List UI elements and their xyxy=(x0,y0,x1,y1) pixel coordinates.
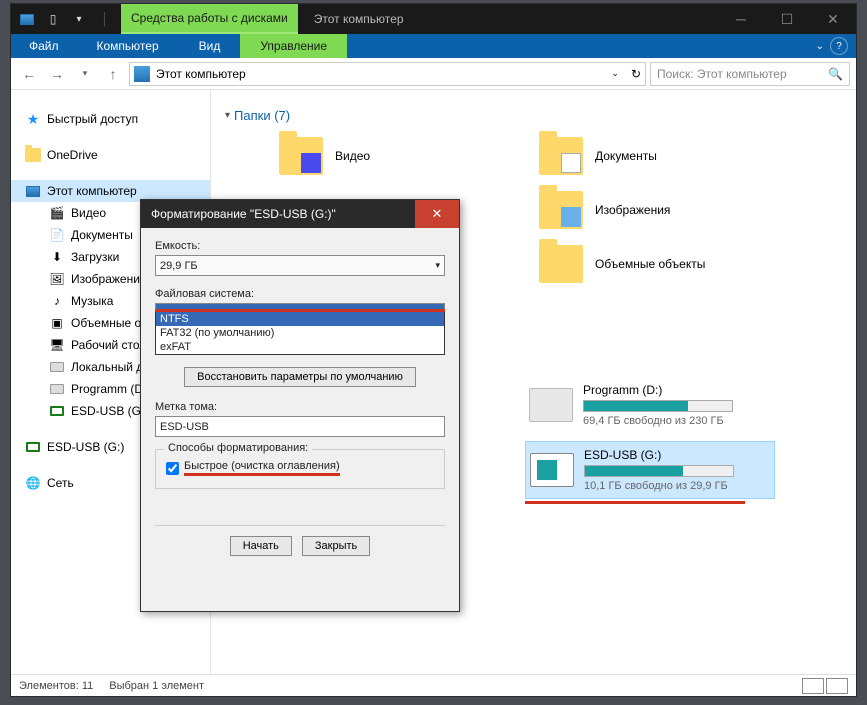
start-button[interactable]: Начать xyxy=(230,536,292,556)
drive-name: ESD-USB (G:) xyxy=(584,448,770,462)
address-dropdown-icon[interactable]: ⌄ xyxy=(611,68,619,79)
sidebar-quick-access[interactable]: ★Быстрый доступ xyxy=(11,108,210,130)
maximize-button[interactable]: ☐ xyxy=(764,4,810,34)
search-input[interactable]: Поиск: Этот компьютер 🔍 xyxy=(650,62,850,86)
quick-format-check-input[interactable] xyxy=(166,462,179,475)
drive-programm-d[interactable]: Programm (D:) 69,4 ГБ свободно из 230 ГБ xyxy=(525,377,775,433)
folders-header[interactable]: ▾Папки (7) xyxy=(225,108,842,123)
view-large-button[interactable] xyxy=(826,678,848,694)
volume-label-label: Метка тома: xyxy=(155,401,445,413)
capacity-label: Емкость: xyxy=(155,240,445,252)
network-icon: 🌐 xyxy=(25,475,41,491)
desktop-icon: 🖥 xyxy=(49,337,65,353)
navbar: ← → ▾ ↑ Этот компьютер ⌄ ↻ Поиск: Этот к… xyxy=(11,58,856,90)
drive-usage-bar xyxy=(584,465,734,477)
filesystem-dropdown-list: NTFS FAT32 (по умолчанию) exFAT xyxy=(155,311,445,355)
dropdown-icon[interactable]: ▾ xyxy=(67,7,91,31)
window-controls: ─ ☐ ✕ xyxy=(718,4,856,34)
video-icon: 🎬 xyxy=(49,205,65,221)
fs-option-exfat[interactable]: exFAT xyxy=(156,340,444,354)
refresh-icon[interactable]: ↻ xyxy=(631,67,641,81)
drive-usage-bar xyxy=(583,400,733,412)
ribbon-tab-manage[interactable]: Управление xyxy=(240,34,347,58)
folder-icon xyxy=(539,191,583,229)
folder-icon xyxy=(25,147,41,163)
quick-access-toolbar: ▯ ▾ │ xyxy=(11,7,121,31)
folder-3d[interactable]: Объемные объекты xyxy=(535,241,765,287)
drive-name: Programm (D:) xyxy=(583,383,771,397)
fs-option-ntfs[interactable]: NTFS xyxy=(156,312,444,326)
folder-documents[interactable]: Документы xyxy=(535,133,765,179)
dialog-title: Форматирование "ESD-USB (G:)" xyxy=(151,207,336,221)
back-button[interactable]: ← xyxy=(17,62,41,86)
cube-icon: ▣ xyxy=(49,315,65,331)
view-switcher xyxy=(802,678,848,694)
music-icon: ♪ xyxy=(49,293,65,309)
filesystem-label: Файловая система: xyxy=(155,288,445,300)
quick-format-label: Быстрое (очистка оглавления) xyxy=(184,460,340,476)
star-icon: ★ xyxy=(25,111,41,127)
search-icon: 🔍 xyxy=(828,67,843,81)
chevron-down-icon: ▾ xyxy=(435,260,440,271)
window-title: Этот компьютер xyxy=(298,12,420,26)
close-dialog-button[interactable]: Закрыть xyxy=(302,536,370,556)
address-bar[interactable]: Этот компьютер ⌄ ↻ xyxy=(129,62,646,86)
folder-icon xyxy=(279,137,323,175)
folder-icon xyxy=(539,245,583,283)
pc-icon xyxy=(25,183,41,199)
drive-free-text: 10,1 ГБ свободно из 29,9 ГБ xyxy=(584,480,770,492)
image-icon: 🖼 xyxy=(49,271,65,287)
disk-icon xyxy=(49,381,65,397)
drive-esd-usb[interactable]: ESD-USB (G:) 10,1 ГБ свободно из 29,9 ГБ xyxy=(525,441,775,499)
ribbon: Файл Компьютер Вид Управление ⌄ ? xyxy=(11,34,856,58)
usb-icon xyxy=(49,403,65,419)
format-options-label: Способы форматирования: xyxy=(164,442,312,454)
dialog-close-button[interactable]: ✕ xyxy=(415,200,459,228)
ribbon-tab-view[interactable]: Вид xyxy=(179,34,241,58)
disk-icon xyxy=(529,388,573,422)
minimize-button[interactable]: ─ xyxy=(718,4,764,34)
search-placeholder: Поиск: Этот компьютер xyxy=(657,67,787,81)
item-count: Элементов: 11 xyxy=(19,680,93,692)
ribbon-file-tab[interactable]: Файл xyxy=(11,34,77,58)
chevron-down-icon[interactable]: ⌄ xyxy=(816,41,824,52)
format-dialog: Форматирование "ESD-USB (G:)" ✕ Емкость:… xyxy=(140,199,460,612)
ribbon-tab-computer[interactable]: Компьютер xyxy=(77,34,179,58)
folder-video[interactable]: Видео xyxy=(275,133,505,179)
folder-pictures[interactable]: Изображения xyxy=(535,187,765,233)
separator-icon: │ xyxy=(93,7,117,31)
help-icon[interactable]: ? xyxy=(830,37,848,55)
close-button[interactable]: ✕ xyxy=(810,4,856,34)
statusbar: Элементов: 11 Выбран 1 элемент xyxy=(11,674,856,696)
restore-defaults-button[interactable]: Восстановить параметры по умолчанию xyxy=(184,367,416,387)
forward-button[interactable]: → xyxy=(45,62,69,86)
document-icon[interactable]: ▯ xyxy=(41,7,65,31)
disk-icon xyxy=(49,359,65,375)
capacity-dropdown[interactable]: 29,9 ГБ▾ xyxy=(155,255,445,276)
sidebar-onedrive[interactable]: OneDrive xyxy=(11,144,210,166)
address-text: Этот компьютер xyxy=(156,67,246,81)
up-button[interactable]: ↑ xyxy=(101,62,125,86)
drive-free-text: 69,4 ГБ свободно из 230 ГБ xyxy=(583,415,771,427)
usb-icon xyxy=(25,439,41,455)
folder-icon xyxy=(539,137,583,175)
volume-label-input[interactable]: ESD-USB xyxy=(155,416,445,437)
selection-text: Выбран 1 элемент xyxy=(109,680,204,692)
quick-format-checkbox[interactable]: Быстрое (очистка оглавления) xyxy=(166,460,434,476)
tools-tab[interactable]: Средства работы с дисками xyxy=(121,4,298,34)
format-options-group: Способы форматирования: Быстрое (очистка… xyxy=(155,449,445,489)
tools-tab-label: Средства работы с дисками xyxy=(131,11,288,25)
address-icon xyxy=(134,66,150,82)
dialog-titlebar[interactable]: Форматирование "ESD-USB (G:)" ✕ xyxy=(141,200,459,228)
history-dropdown[interactable]: ▾ xyxy=(73,62,97,86)
view-details-button[interactable] xyxy=(802,678,824,694)
fs-option-fat32[interactable]: FAT32 (по умолчанию) xyxy=(156,326,444,340)
titlebar: ▯ ▾ │ Средства работы с дисками Этот ком… xyxy=(11,4,856,34)
red-underline xyxy=(525,501,745,504)
usb-drive-icon xyxy=(530,453,574,487)
document-icon: 📄 xyxy=(49,227,65,243)
chevron-down-icon: ▾ xyxy=(225,110,230,121)
pc-icon[interactable] xyxy=(15,7,39,31)
download-icon: ⬇ xyxy=(49,249,65,265)
